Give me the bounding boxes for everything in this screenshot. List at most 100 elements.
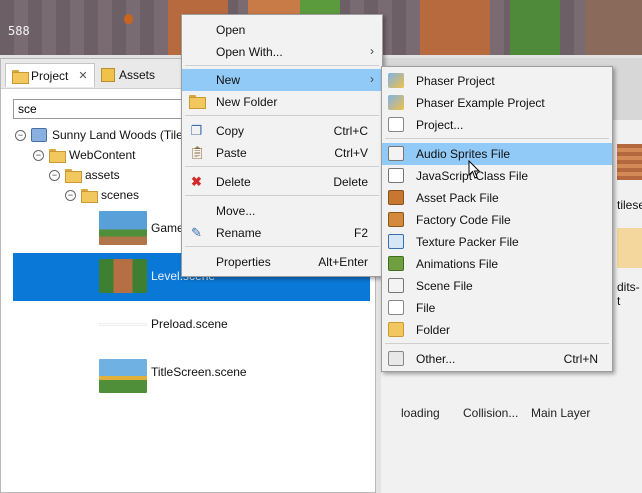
tab-project[interactable]: Project ✕: [5, 63, 95, 87]
menu-label: Texture Packer File: [416, 235, 519, 249]
menu-label: Open: [216, 23, 246, 37]
menu-shortcut: Delete: [333, 175, 368, 189]
menu-label: Open With...: [216, 45, 283, 59]
menu-label: Copy: [216, 124, 245, 138]
menu-shortcut: Ctrl+N: [563, 352, 598, 366]
chevron-right-icon: ›: [370, 44, 374, 58]
asset-label: dits-t: [617, 280, 640, 308]
coordinate-readout: 588: [8, 24, 30, 38]
menu-label: Phaser Project: [416, 74, 495, 88]
submenu-item-asset-pack[interactable]: Asset Pack File: [382, 187, 612, 209]
menu-label: Rename: [216, 226, 262, 240]
collapse-icon[interactable]: −: [49, 169, 60, 181]
menu-label: Factory Code File: [416, 213, 511, 227]
submenu-item-project[interactable]: Project...: [382, 114, 612, 136]
scene-item-titlescreen[interactable]: TitleScreen.scene: [13, 351, 370, 397]
submenu-item-scene-file[interactable]: Scene File: [382, 275, 612, 297]
menu-shortcut: F2: [353, 226, 368, 240]
menu-item-open[interactable]: Open: [182, 19, 382, 41]
folder-icon: [388, 322, 404, 337]
scene-thumbnail: [99, 259, 147, 293]
asset-thumbnail[interactable]: [617, 228, 642, 268]
file-icon: [388, 300, 404, 315]
menu-item-open-with[interactable]: Open With... ›: [182, 41, 382, 63]
new-folder-icon: [189, 95, 206, 109]
folder-icon: [49, 149, 66, 163]
close-icon[interactable]: ✕: [78, 69, 87, 82]
assets-icon: [101, 68, 115, 82]
submenu-item-folder[interactable]: Folder: [382, 319, 612, 341]
menu-separator: [185, 115, 379, 116]
menu-item-new[interactable]: New ›: [182, 69, 382, 91]
menu-item-rename[interactable]: ✎ Rename F2: [182, 222, 382, 244]
acorn-icon: [124, 14, 133, 24]
menu-item-delete[interactable]: ✖ Delete Delete: [182, 171, 382, 193]
asset-label[interactable]: Collision...: [463, 406, 518, 420]
collapse-icon[interactable]: −: [33, 149, 44, 161]
menu-item-copy[interactable]: ❐ Copy Ctrl+C: [182, 120, 382, 142]
tree-item-project[interactable]: − Sunny Land Woods (Tile: [15, 125, 183, 145]
new-project-icon: [388, 117, 404, 132]
submenu-item-texture-packer[interactable]: Texture Packer File: [382, 231, 612, 253]
collapse-icon[interactable]: −: [15, 129, 26, 141]
menu-label: Other...: [416, 352, 456, 366]
collapse-icon[interactable]: −: [65, 189, 76, 201]
menu-item-new-folder[interactable]: New Folder: [182, 91, 382, 113]
project-icon: [31, 128, 47, 142]
menu-label: Paste: [216, 146, 247, 160]
animations-icon: [388, 256, 404, 271]
menu-shortcut: Ctrl+V: [334, 146, 368, 160]
menu-item-move[interactable]: Move...: [182, 200, 382, 222]
submenu-item-phaser-example[interactable]: Phaser Example Project: [382, 92, 612, 114]
paste-icon: 📋︎: [189, 145, 206, 160]
scene-file-icon: [388, 278, 404, 293]
tree-item-label: scenes: [101, 188, 140, 202]
submenu-item-factory-code[interactable]: Factory Code File: [382, 209, 612, 231]
rename-icon: ✎: [191, 225, 202, 240]
tree-item-webcontent[interactable]: − WebContent: [33, 145, 136, 165]
menu-label: Delete: [216, 175, 251, 189]
tree-item-label: Sunny Land Woods (Tile: [52, 128, 183, 142]
tree-item-label: assets: [85, 168, 120, 182]
asset-thumbnail[interactable]: [617, 144, 642, 180]
menu-label: Folder: [416, 323, 451, 337]
menu-item-properties[interactable]: Properties Alt+Enter: [182, 251, 382, 273]
scene-thumbnail: [99, 323, 147, 326]
menu-shortcut: Ctrl+C: [333, 124, 368, 138]
menu-label: Asset Pack File: [416, 191, 499, 205]
js-class-icon: [388, 168, 404, 183]
chevron-right-icon: ›: [370, 72, 374, 86]
menu-separator: [385, 138, 609, 139]
submenu-item-audio-sprites[interactable]: Audio Sprites File: [382, 143, 612, 165]
menu-separator: [385, 343, 609, 344]
menu-label: Audio Sprites File: [416, 147, 511, 161]
tab-label: Assets: [119, 68, 156, 82]
menu-separator: [185, 195, 379, 196]
menu-label: Move...: [216, 204, 256, 218]
submenu-item-phaser-project[interactable]: Phaser Project: [382, 70, 612, 92]
menu-label: File: [416, 301, 436, 315]
menu-separator: [185, 166, 379, 167]
asset-label[interactable]: loading: [401, 406, 440, 420]
submenu-item-other[interactable]: Other... Ctrl+N: [382, 348, 612, 370]
tree-item-scenes[interactable]: − scenes: [65, 185, 139, 205]
menu-label: Scene File: [416, 279, 473, 293]
context-menu: Open Open With... › New › New Folder ❐ C…: [181, 14, 383, 277]
tree-item-assets[interactable]: − assets: [49, 165, 120, 185]
scene-item-preload[interactable]: Preload.scene: [13, 303, 370, 349]
scene-label: Preload.scene: [151, 317, 228, 331]
asset-label[interactable]: Main Layer: [531, 406, 590, 420]
tab-assets[interactable]: Assets: [95, 63, 161, 87]
submenu-item-file[interactable]: File: [382, 297, 612, 319]
factory-code-icon: [388, 212, 404, 227]
menu-item-paste[interactable]: 📋︎ Paste Ctrl+V: [182, 142, 382, 164]
scene-label: TitleScreen.scene: [151, 365, 247, 379]
submenu-item-animations[interactable]: Animations File: [382, 253, 612, 275]
audio-sprites-icon: [388, 146, 404, 161]
phaser-example-icon: [388, 95, 404, 110]
submenu-item-js-class[interactable]: JavaScript Class File: [382, 165, 612, 187]
menu-label: Phaser Example Project: [416, 96, 545, 110]
asset-row: loading Collision... Main Layer: [381, 406, 642, 428]
scene-thumbnail: [99, 359, 147, 393]
tab-label: Project: [31, 68, 69, 83]
